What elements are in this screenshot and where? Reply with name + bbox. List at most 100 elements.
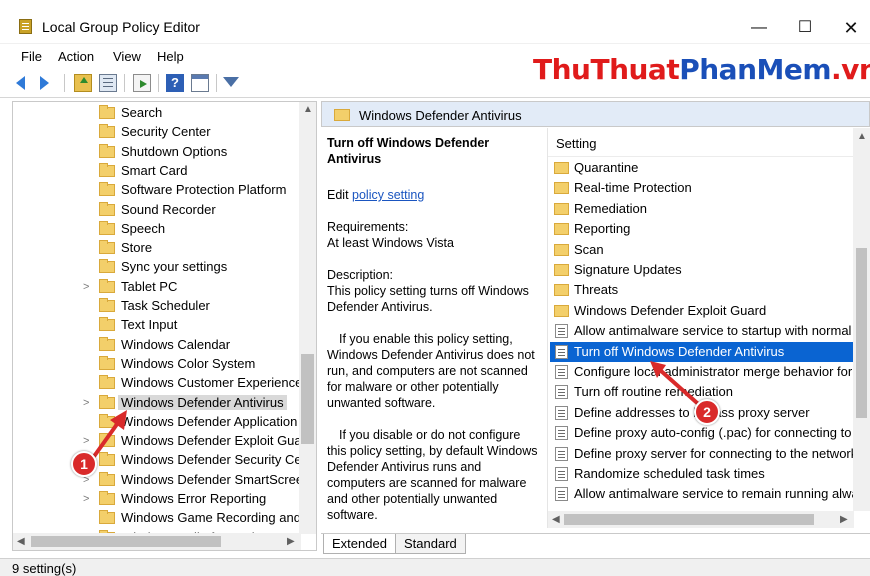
tree-item[interactable]: Text Input xyxy=(13,316,303,335)
tree-item[interactable]: Search xyxy=(13,104,303,123)
policy-setting-item[interactable]: Allow antimalware service to remain runn… xyxy=(550,484,862,504)
folder-icon xyxy=(334,109,350,121)
tab-standard[interactable]: Standard xyxy=(395,534,466,554)
folder-icon xyxy=(99,298,115,312)
settings-folder-item[interactable]: Quarantine xyxy=(550,158,862,178)
tree-item[interactable]: > Windows Error Reporting xyxy=(13,490,303,509)
list-horizontal-scrollbar[interactable]: ◀ ▶ xyxy=(548,511,854,528)
folder-icon xyxy=(554,223,569,236)
policy-setting-item[interactable]: Randomize scheduled task times xyxy=(550,464,862,484)
policy-setting-item[interactable]: Define proxy auto-config (.pac) for conn… xyxy=(550,423,862,443)
properties-icon[interactable] xyxy=(191,74,209,92)
folder-icon xyxy=(99,143,115,158)
settings-folder-item[interactable]: Reporting xyxy=(550,219,862,239)
list-vertical-scrollbar[interactable]: ▲ xyxy=(853,128,870,511)
tree-item[interactable]: Speech xyxy=(13,220,303,239)
tree-item[interactable]: >Windows Defender Security Cer xyxy=(13,451,306,470)
maximize-button[interactable]: ☐ xyxy=(782,14,828,42)
scroll-right-icon[interactable]: ▶ xyxy=(840,514,848,525)
policy-setting-item[interactable]: Configure local administrator merge beha… xyxy=(550,362,862,382)
filter-icon[interactable] xyxy=(223,77,239,87)
settings-list[interactable]: Setting Quarantine Real-time Protection Re… xyxy=(547,128,870,528)
tree-item[interactable]: Software Protection Platform xyxy=(13,181,303,200)
tree-item[interactable]: > Tablet PC xyxy=(13,278,303,297)
chevron-right-icon[interactable]: > xyxy=(83,493,89,505)
menu-view[interactable]: View xyxy=(113,49,141,64)
tree-hscroll-thumb[interactable] xyxy=(31,536,221,547)
close-button[interactable]: ✕ xyxy=(828,14,870,42)
chevron-right-icon[interactable]: > xyxy=(83,281,89,293)
policy-setting-icon xyxy=(555,344,568,359)
policy-setting-icon xyxy=(555,405,568,420)
folder-icon xyxy=(99,394,115,409)
list-item-label: Windows Defender Exploit Guard xyxy=(574,302,767,318)
tree-item-label: Store xyxy=(121,240,153,256)
up-folder-icon[interactable] xyxy=(74,74,92,92)
tree-item[interactable]: > Windows Defender Exploit Guar xyxy=(13,432,306,451)
tree-horizontal-scrollbar[interactable]: ◀ ▶ xyxy=(13,533,301,550)
tree-item-label: Software Protection Platform xyxy=(121,182,287,198)
tree-item[interactable]: > Windows Defender SmartScreer xyxy=(13,471,307,490)
description-label: Description: xyxy=(327,268,393,282)
list-scroll-thumb[interactable] xyxy=(856,248,867,418)
requirements-value: At least Windows Vista xyxy=(327,236,454,250)
scroll-right-icon[interactable]: ▶ xyxy=(287,536,295,547)
export-list-icon[interactable] xyxy=(133,74,151,92)
tree-item[interactable]: Windows Game Recording and xyxy=(13,509,303,528)
policy-setting-item[interactable]: Turn off Windows Defender Antivirus xyxy=(550,341,862,362)
menu-help[interactable]: Help xyxy=(157,49,184,64)
tree-item[interactable]: Shutdown Options xyxy=(13,143,303,162)
settings-folder-item[interactable]: Signature Updates xyxy=(550,260,862,280)
settings-folder-item[interactable]: Threats xyxy=(550,280,862,300)
scroll-left-icon[interactable]: ◀ xyxy=(552,514,560,525)
tree-item[interactable]: Windows Customer Experience xyxy=(13,374,303,393)
tree-item-label: Windows Calendar xyxy=(121,336,231,352)
chevron-right-icon[interactable]: > xyxy=(83,435,89,447)
tree-item[interactable]: Windows Calendar xyxy=(13,336,303,355)
toolbar-separator xyxy=(216,74,217,92)
folder-icon xyxy=(554,264,569,276)
menu-action[interactable]: Action xyxy=(58,49,94,64)
tree-item-label: Windows Defender Antivirus xyxy=(118,394,287,410)
settings-folder-item[interactable]: Scan xyxy=(550,240,862,260)
tree-item-label: Text Input xyxy=(121,317,178,333)
settings-folder-item[interactable]: Remediation xyxy=(550,199,862,219)
setting-column-header[interactable]: Setting xyxy=(556,136,596,151)
scroll-up-icon[interactable]: ▲ xyxy=(303,104,313,115)
tree-item[interactable]: Store xyxy=(13,239,303,258)
tree-item-label: Speech xyxy=(121,220,166,236)
policy-setting-item[interactable]: Define proxy server for connecting to th… xyxy=(550,444,862,464)
policy-setting-link[interactable]: policy setting xyxy=(352,188,424,202)
folder-icon xyxy=(554,243,569,256)
back-icon[interactable] xyxy=(16,76,25,90)
folder-icon xyxy=(99,201,115,216)
list-item-label: Define addresses to bypass proxy server xyxy=(574,404,810,420)
tree-scroll-thumb[interactable] xyxy=(301,354,314,444)
tree-item[interactable]: Windows Color System xyxy=(13,355,303,374)
tree-item[interactable]: Task Scheduler xyxy=(13,297,303,316)
scroll-up-icon[interactable]: ▲ xyxy=(857,131,867,142)
tree-vertical-scrollbar[interactable]: ▲ xyxy=(299,102,316,534)
tree-item[interactable]: Sync your settings xyxy=(13,258,303,277)
tree-item[interactable]: Security Center xyxy=(13,123,303,142)
scroll-left-icon[interactable]: ◀ xyxy=(17,536,25,547)
tree-item[interactable]: > Windows Defender Antivirus xyxy=(13,394,303,413)
tree-item[interactable]: Smart Card xyxy=(13,162,303,181)
tree-item[interactable]: Sound Recorder xyxy=(13,201,303,220)
chevron-right-icon[interactable]: > xyxy=(83,397,89,409)
help-icon[interactable]: ? xyxy=(166,74,184,92)
minimize-button[interactable]: — xyxy=(736,14,782,42)
policy-setting-item[interactable]: Allow antimalware service to startup wit… xyxy=(550,321,862,341)
show-hide-tree-icon[interactable] xyxy=(99,74,117,92)
list-hscroll-thumb[interactable] xyxy=(564,514,814,525)
forward-icon[interactable] xyxy=(40,76,49,90)
folder-icon xyxy=(99,220,115,235)
settings-folder-item[interactable]: Windows Defender Exploit Guard xyxy=(550,301,862,321)
toolbar-separator xyxy=(158,74,159,92)
tab-extended[interactable]: Extended xyxy=(323,534,396,554)
navigation-tree[interactable]: Search Security Center Shutdown Options Sma… xyxy=(12,101,317,551)
tree-item-label: Windows Error Reporting xyxy=(121,491,267,506)
menu-file[interactable]: File xyxy=(21,49,42,64)
settings-folder-item[interactable]: Real-time Protection xyxy=(550,178,862,198)
tree-item[interactable]: Windows Defender Application xyxy=(13,413,303,432)
